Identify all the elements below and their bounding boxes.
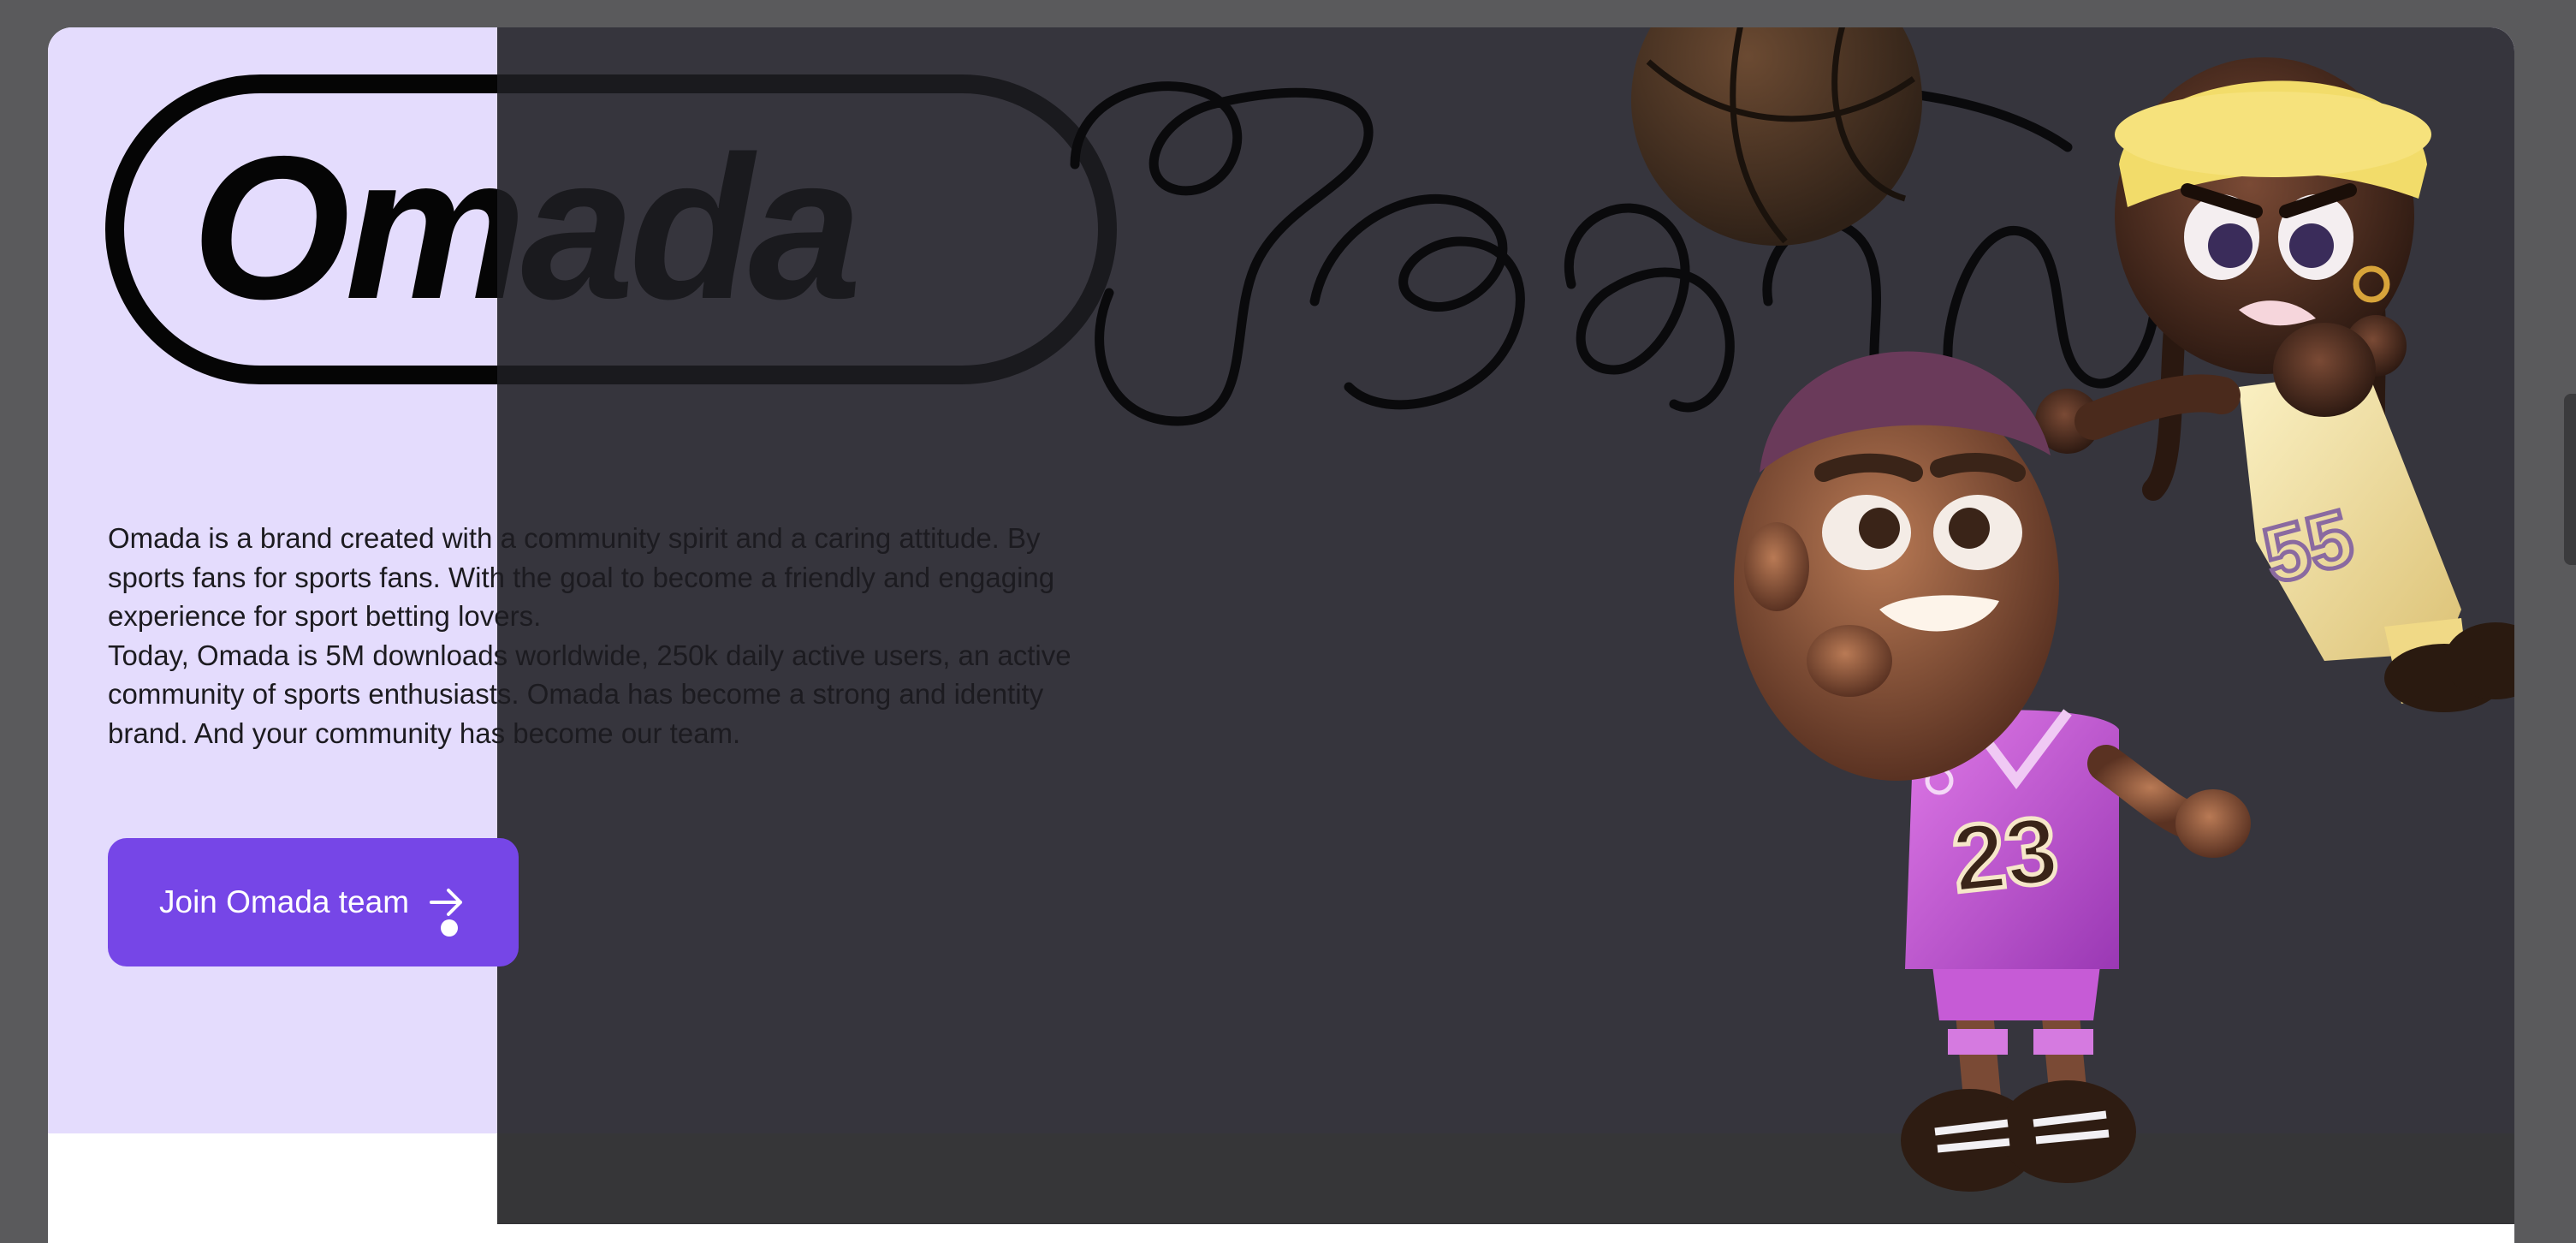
player-23-illustration: 23 bbox=[1734, 351, 2251, 1192]
join-team-label: Join Omada team bbox=[159, 884, 410, 919]
player-55-illustration: 55 bbox=[2035, 57, 2514, 712]
cursor-dot bbox=[441, 919, 458, 937]
svg-text:23: 23 bbox=[1948, 797, 2063, 913]
page-card: Omada bbox=[48, 27, 2514, 1243]
basketball-icon bbox=[1631, 27, 1922, 246]
about-description: Omada is a brand created with a communit… bbox=[108, 519, 1118, 752]
about-paragraph-1: Omada is a brand created with a communit… bbox=[108, 522, 1055, 632]
players-illustration: 55 23 bbox=[1631, 27, 2514, 1192]
join-team-button[interactable]: Join Omada team bbox=[108, 838, 519, 966]
scrollbar-thumb[interactable] bbox=[2564, 394, 2576, 565]
arrow-right-icon bbox=[428, 885, 466, 919]
about-paragraph-2: Today, Omada is 5M downloads worldwide, … bbox=[108, 639, 1071, 749]
